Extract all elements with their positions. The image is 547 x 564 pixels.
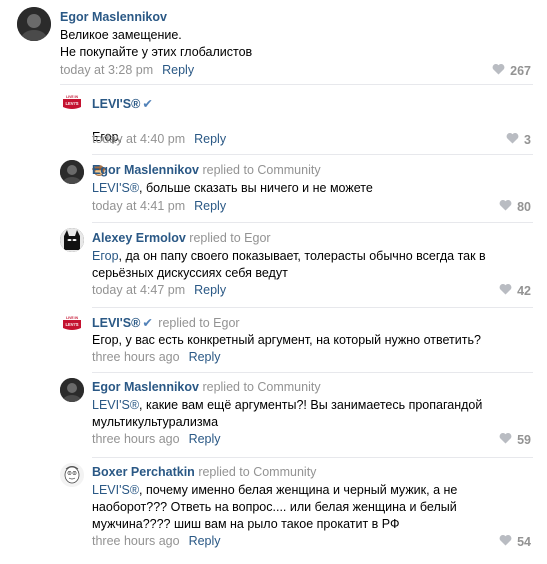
reply-button[interactable]: Reply xyxy=(194,132,226,146)
comment-timestamp[interactable]: three hours ago xyxy=(92,534,180,548)
heart-icon xyxy=(499,534,512,549)
author-name[interactable]: Egor Maslennikov xyxy=(92,163,199,177)
comment-timestamp[interactable]: today at 3:28 pm xyxy=(60,63,153,77)
comment-author[interactable]: Alexey Ermolov replied to Egor xyxy=(92,231,271,245)
comment-author[interactable]: LEVI'S® ✔ xyxy=(92,96,155,111)
like-count: 54 xyxy=(517,534,531,549)
comment-text: LEVI'S®, какие вам ещё аргументы?! Вы за… xyxy=(92,397,482,431)
comment-text: LEVI'S®, почему именно белая женщина и ч… xyxy=(92,482,457,533)
user-photo-icon xyxy=(60,378,84,402)
replied-to[interactable]: replied to Community xyxy=(202,380,320,394)
verified-icon: ✔ xyxy=(142,316,153,330)
comment-item: LIVE IN LEVI'S LEVI'S® ✔ replied to Egor … xyxy=(0,308,547,372)
heart-icon xyxy=(499,283,512,298)
reply-button[interactable]: Reply xyxy=(189,534,221,548)
comment-item: Egor Maslennikov replied to Community LE… xyxy=(0,155,547,221)
like-count: 42 xyxy=(517,283,531,298)
replied-to[interactable]: replied to Community xyxy=(202,163,320,177)
avatar[interactable] xyxy=(17,7,51,41)
comment-meta: today at 4:40 pm Reply xyxy=(92,132,226,146)
comment-item: Boxer Perchatkin replied to Community LE… xyxy=(0,458,547,562)
comment-text: Егор, да он папу своего показывает, толе… xyxy=(92,248,486,282)
comment-text-body: , больше сказать вы ничего и не можете xyxy=(139,181,373,195)
mention-link[interactable]: LEVI'S® xyxy=(92,398,139,412)
levis-logo-icon: LIVE IN LEVI'S xyxy=(62,95,82,113)
comment-meta: three hours ago Reply xyxy=(92,432,221,446)
author-name[interactable]: Alexey Ermolov xyxy=(92,231,186,245)
comment-text: LEVI'S®, больше сказать вы ничего и не м… xyxy=(92,180,373,197)
comment-item: Egor Maslennikov Великое замещение. Не п… xyxy=(0,0,547,84)
comment-timestamp[interactable]: today at 4:40 pm xyxy=(92,132,185,146)
avatar[interactable] xyxy=(60,378,84,402)
avatar[interactable] xyxy=(60,160,84,184)
like-button[interactable]: 54 xyxy=(499,534,531,549)
batman-mask-icon xyxy=(60,228,84,252)
comment-item: LIVE IN LEVI'S LEVI'S®✔ Егор, today at xyxy=(0,85,547,176)
heart-icon xyxy=(492,63,505,78)
like-button[interactable]: 3 xyxy=(506,132,531,147)
like-count: 3 xyxy=(524,132,531,147)
comment-item: Egor Maslennikov replied to Community LE… xyxy=(0,373,547,457)
comment-timestamp[interactable]: today at 4:41 pm xyxy=(92,199,185,213)
comment-item: Alexey Ermolov replied to Egor Егор, да … xyxy=(0,223,547,307)
avatar[interactable]: LIVE IN LEVI'S xyxy=(61,93,83,115)
comment-author[interactable]: Egor Maslennikov replied to Community xyxy=(92,380,321,394)
author-name[interactable]: LEVI'S® xyxy=(92,97,140,111)
heart-icon xyxy=(499,199,512,214)
mention-link[interactable]: LEVI'S® xyxy=(92,483,139,497)
comment-text-body: , почему именно белая женщина и черный м… xyxy=(92,483,458,531)
avatar[interactable] xyxy=(60,463,84,487)
like-count: 267 xyxy=(510,63,531,78)
svg-text:LIVE IN: LIVE IN xyxy=(66,95,78,99)
reply-button[interactable]: Reply xyxy=(189,432,221,446)
like-button[interactable]: 42 xyxy=(499,283,531,298)
comment-meta: three hours ago Reply xyxy=(92,534,221,548)
replied-to[interactable]: replied to Egor xyxy=(158,316,239,330)
comment-text: Великое замещение. Не покупайте у этих г… xyxy=(60,28,253,59)
comment-meta: today at 4:47 pm Reply xyxy=(92,283,226,297)
comment-timestamp[interactable]: today at 4:47 pm xyxy=(92,283,185,297)
reply-button[interactable]: Reply xyxy=(194,199,226,213)
comment-text-body: , какие вам ещё аргументы?! Вы занимаете… xyxy=(92,398,483,429)
like-button[interactable]: 80 xyxy=(499,199,531,214)
comment-meta: three hours ago Reply xyxy=(92,350,221,364)
cartoon-face-icon xyxy=(60,463,84,487)
reply-button[interactable]: Reply xyxy=(189,350,221,364)
comment-author[interactable]: Egor Maslennikov replied to Community xyxy=(92,163,321,177)
like-button[interactable]: 267 xyxy=(492,63,531,78)
svg-text:LEVI'S: LEVI'S xyxy=(65,101,78,106)
comment-author[interactable]: Boxer Perchatkin replied to Community xyxy=(92,465,316,479)
user-photo-icon xyxy=(17,7,51,41)
comment-author[interactable]: LEVI'S® ✔ replied to Egor xyxy=(92,315,240,330)
comment-timestamp[interactable]: three hours ago xyxy=(92,432,180,446)
reply-button[interactable]: Reply xyxy=(162,63,194,77)
mention-link[interactable]: LEVI'S® xyxy=(92,181,139,195)
levis-logo-icon: LIVE IN LEVI'S xyxy=(62,316,82,334)
like-button[interactable]: 59 xyxy=(499,432,531,447)
user-photo-icon xyxy=(60,160,84,184)
avatar[interactable]: LIVE IN LEVI'S xyxy=(61,314,83,336)
like-count: 80 xyxy=(517,199,531,214)
svg-text:LEVI'S: LEVI'S xyxy=(65,322,78,327)
mention-link[interactable]: Егор xyxy=(92,249,119,263)
comment-meta: today at 3:28 pm Reply xyxy=(60,63,194,77)
verified-icon: ✔ xyxy=(142,97,153,111)
comment-text-body: , да он папу своего показывает, толераст… xyxy=(92,249,486,280)
replied-to[interactable]: replied to Egor xyxy=(189,231,270,245)
author-name[interactable]: Boxer Perchatkin xyxy=(92,465,195,479)
comment-author[interactable]: Egor Maslennikov xyxy=(60,10,167,24)
heart-icon xyxy=(499,432,512,447)
avatar[interactable] xyxy=(60,228,84,252)
author-name[interactable]: LEVI'S® xyxy=(92,316,140,330)
reply-button[interactable]: Reply xyxy=(194,283,226,297)
comment-meta: today at 4:41 pm Reply xyxy=(92,199,226,213)
like-count: 59 xyxy=(517,432,531,447)
replied-to[interactable]: replied to Community xyxy=(198,465,316,479)
heart-icon xyxy=(506,132,519,147)
comment-timestamp[interactable]: three hours ago xyxy=(92,350,180,364)
comment-thread: Egor Maslennikov Великое замещение. Не п… xyxy=(0,0,547,564)
author-name[interactable]: Egor Maslennikov xyxy=(92,380,199,394)
comment-text: Егор, у вас есть конкретный аргумент, на… xyxy=(92,333,481,347)
svg-text:LIVE IN: LIVE IN xyxy=(66,316,78,320)
